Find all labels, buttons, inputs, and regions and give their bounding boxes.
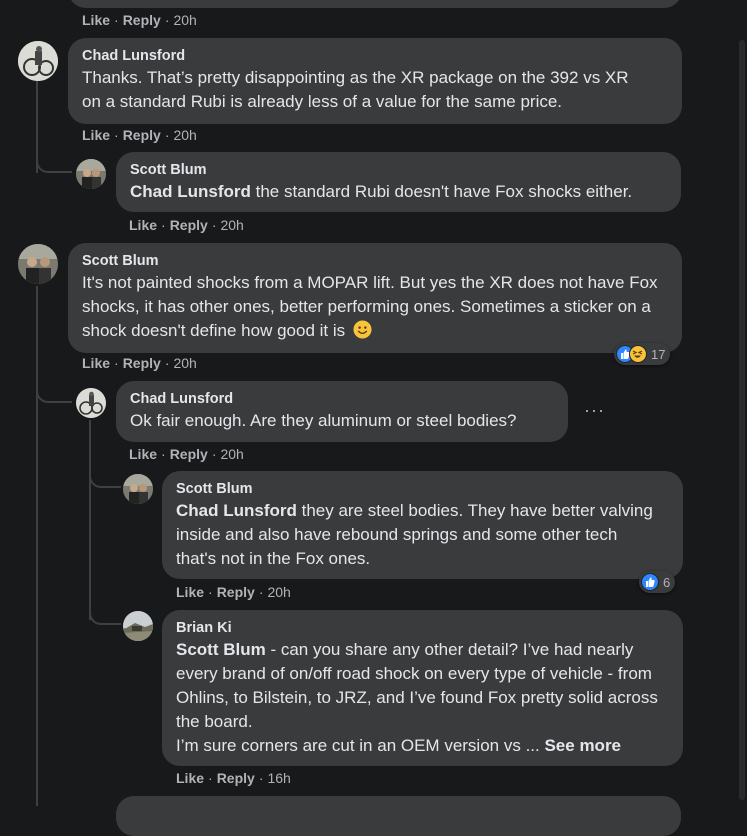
see-more-link[interactable]: See more xyxy=(544,736,621,755)
avatar-image xyxy=(123,474,153,504)
like-link[interactable]: Like xyxy=(82,12,110,28)
timestamp[interactable]: 20h xyxy=(220,446,243,462)
smile-emoji-icon xyxy=(353,320,372,339)
comment-author[interactable]: Chad Lunsford xyxy=(82,47,668,66)
avatar[interactable] xyxy=(123,611,153,641)
comment-actions: Like · Reply · 20h xyxy=(176,584,291,600)
avatar[interactable] xyxy=(18,41,58,81)
reply-text-truncated: I’m sure corners are cut in an OEM versi… xyxy=(176,736,545,755)
comment-bubble: Chad Lunsford Thanks. That’s pretty disa… xyxy=(68,38,682,124)
avatar-image xyxy=(18,41,58,81)
scrollbar-track[interactable] xyxy=(737,0,747,801)
like-link[interactable]: Like xyxy=(129,446,157,462)
reply-link[interactable]: Reply xyxy=(123,355,161,371)
reply-link[interactable]: Reply xyxy=(123,127,161,143)
comment-text: Thanks. That’s pretty disappointing as t… xyxy=(82,68,629,111)
comment-actions: Like · Reply · 20h xyxy=(129,446,244,462)
reply-link[interactable]: Reply xyxy=(170,217,208,233)
comment-actions: Like · Reply · 16h xyxy=(176,770,291,786)
reply-bubble: Chad Lunsford Ok fair enough. Are they a… xyxy=(116,381,568,442)
comment-author[interactable]: Scott Blum xyxy=(130,161,667,180)
reply-bubble: Brian Ki Scott Blum - can you share any … xyxy=(162,610,683,766)
comment-author[interactable]: Scott Blum xyxy=(176,480,669,499)
timestamp[interactable]: 20h xyxy=(173,355,196,371)
haha-icon xyxy=(629,345,647,363)
mention-link[interactable]: Chad Lunsford xyxy=(130,182,251,201)
comment-bubble: Scott Blum It's not painted shocks from … xyxy=(68,243,682,353)
timestamp[interactable]: 20h xyxy=(267,584,290,600)
reaction-count: 17 xyxy=(651,346,666,362)
reply-link[interactable]: Reply xyxy=(217,584,255,600)
reply-text: the standard Rubi doesn't have Fox shock… xyxy=(250,182,633,201)
reaction-summary[interactable]: 17 xyxy=(614,343,671,365)
avatar-image xyxy=(18,244,58,284)
like-icon xyxy=(641,573,659,591)
comment-text: Scott Blum - can you share any other det… xyxy=(176,638,671,734)
timestamp[interactable]: 20h xyxy=(220,217,243,233)
reply-link[interactable]: Reply xyxy=(123,12,161,28)
reply-bubble: Scott Blum Chad Lunsford they are steel … xyxy=(162,471,683,579)
reply-bubble: Scott Blum Chad Lunsford the standard Ru… xyxy=(116,152,681,212)
thread-curve xyxy=(36,383,72,403)
avatar[interactable] xyxy=(123,474,153,504)
next-reply-bubble xyxy=(116,796,681,836)
avatar[interactable] xyxy=(76,388,106,418)
thread-curve xyxy=(89,468,121,488)
comment-text: It's not painted shocks from a MOPAR lif… xyxy=(82,271,672,343)
comment-text: Chad Lunsford they are steel bodies. The… xyxy=(176,499,656,571)
timestamp[interactable]: 20h xyxy=(173,127,196,143)
like-link[interactable]: Like xyxy=(176,584,204,600)
timestamp[interactable]: 20h xyxy=(173,12,196,28)
comment-author[interactable]: Brian Ki xyxy=(176,619,669,638)
like-link[interactable]: Like xyxy=(82,355,110,371)
mention-link[interactable]: Chad Lunsford xyxy=(176,501,297,520)
avatar-image xyxy=(76,388,106,418)
like-link[interactable]: Like xyxy=(176,770,204,786)
comment-author[interactable]: Chad Lunsford xyxy=(130,390,554,409)
reaction-count: 6 xyxy=(663,574,671,590)
mention-link[interactable]: Scott Blum xyxy=(176,640,266,659)
comment-actions: Like · Reply · 20h xyxy=(82,127,197,143)
reaction-summary[interactable]: 6 xyxy=(639,571,676,593)
comment-text-continued: I’m sure corners are cut in an OEM versi… xyxy=(176,734,669,758)
like-link[interactable]: Like xyxy=(82,127,110,143)
thread-curve xyxy=(89,605,121,625)
avatar[interactable] xyxy=(18,244,58,284)
avatar[interactable] xyxy=(76,159,106,189)
comment-actions: Like · Reply · 20h xyxy=(129,217,244,233)
like-link[interactable]: Like xyxy=(129,217,157,233)
thread-curve xyxy=(36,153,72,173)
avatar-image xyxy=(76,159,106,189)
thread-line xyxy=(36,286,38,806)
previous-comment-bubble xyxy=(68,0,682,8)
comment-actions: Like · Reply · 20h xyxy=(82,355,197,371)
scrollbar-thumb[interactable] xyxy=(739,40,745,800)
reply-link[interactable]: Reply xyxy=(217,770,255,786)
thread-line xyxy=(89,420,91,620)
comment-text: Chad Lunsford the standard Rubi doesn't … xyxy=(130,180,667,204)
timestamp[interactable]: 16h xyxy=(267,770,290,786)
avatar-image xyxy=(123,611,153,641)
comment-author[interactable]: Scott Blum xyxy=(82,252,668,271)
reply-link[interactable]: Reply xyxy=(170,446,208,462)
comment-text: Ok fair enough. Are they aluminum or ste… xyxy=(130,411,517,430)
previous-comment-actions: Like · Reply · 20h xyxy=(82,12,197,28)
more-options-icon[interactable]: ··· xyxy=(584,400,605,421)
